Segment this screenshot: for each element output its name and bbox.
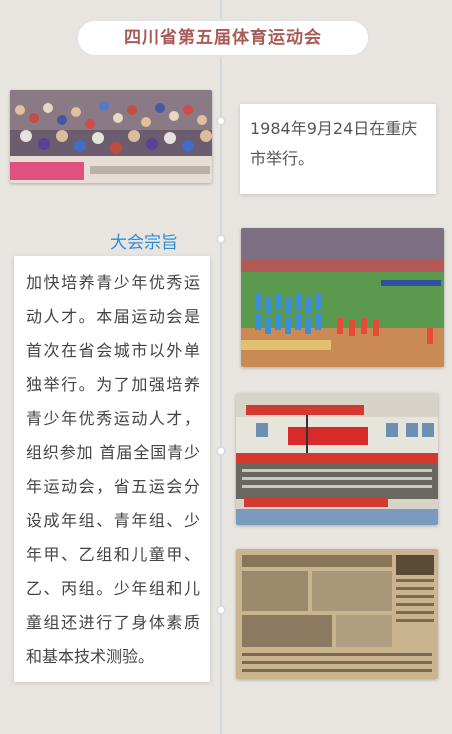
date-card: 1984年9月24日在重庆市举行。	[240, 104, 436, 194]
stadium-grandstand-photo[interactable]	[236, 393, 438, 525]
timeline-node	[216, 116, 226, 126]
timeline-node	[216, 234, 226, 244]
crowd-in-stands-photo[interactable]	[10, 90, 212, 183]
description-text: 加快培养青少年优秀运动人才。本届运动会是首次在省会城市以外单独举行。为了加强培养…	[26, 273, 200, 666]
timeline-node	[216, 446, 226, 456]
timeline-line	[220, 0, 222, 734]
newspaper-clipping-photo[interactable]	[236, 549, 438, 679]
description-card: 加快培养青少年优秀运动人才。本届运动会是首次在省会城市以外单独举行。为了加强培养…	[14, 256, 210, 682]
section-heading: 大会宗旨	[110, 233, 178, 253]
timeline-node	[216, 605, 226, 615]
opening-parade-photo[interactable]	[241, 228, 444, 367]
event-date-text: 1984年9月24日在重庆市举行。	[250, 119, 418, 168]
page-title: 四川省第五届体育运动会	[76, 19, 370, 57]
